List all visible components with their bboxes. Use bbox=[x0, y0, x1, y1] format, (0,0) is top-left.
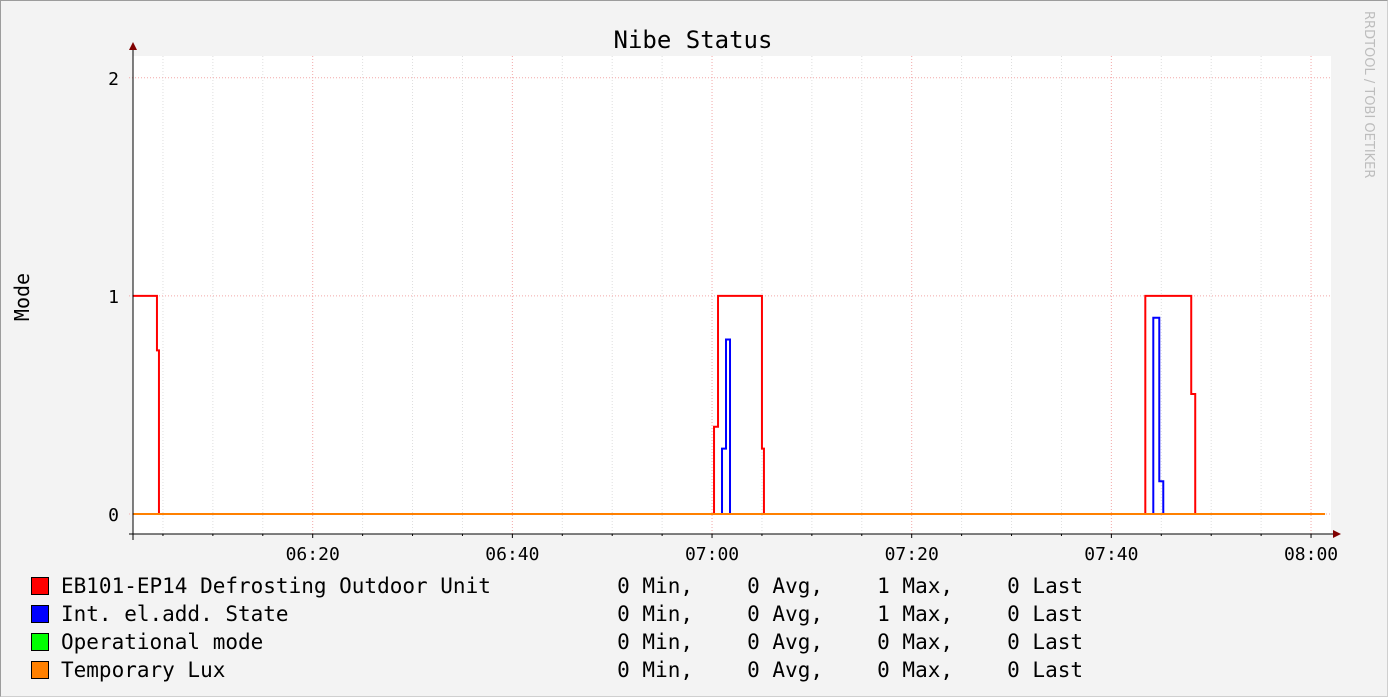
legend-max-value: 0 Max, bbox=[877, 630, 953, 654]
x-tick-label-2: 07:00 bbox=[685, 544, 739, 565]
legend-max-value: 1 Max, bbox=[877, 602, 953, 626]
legend-max-value: 0 Max, bbox=[877, 658, 953, 682]
legend-series-name: Int. el.add. State bbox=[61, 602, 289, 626]
legend-series-name: Temporary Lux bbox=[61, 658, 226, 682]
y-tick-label-0: 0 bbox=[108, 505, 119, 526]
legend-swatch bbox=[31, 577, 49, 595]
legend-last-value: 0 Last bbox=[1007, 574, 1083, 598]
legend-last-value: 0 Last bbox=[1007, 630, 1083, 654]
legend-avg-value: 0 Avg, bbox=[747, 658, 823, 682]
legend-swatch bbox=[31, 633, 49, 651]
legend-avg-value: 0 Avg, bbox=[747, 574, 823, 598]
rrdtool-watermark: RRDTOOL / TOBI OETIKER bbox=[1361, 11, 1376, 178]
legend-max-value: 1 Max, bbox=[877, 574, 953, 598]
legend-min-value: 0 Min, bbox=[617, 630, 693, 654]
legend-swatch bbox=[31, 605, 49, 623]
legend-swatch bbox=[31, 661, 49, 679]
x-axis-arrow bbox=[1333, 530, 1341, 538]
y-tick-label-1: 1 bbox=[108, 287, 119, 308]
legend-min-value: 0 Min, bbox=[617, 658, 693, 682]
y-axis-label: Mode bbox=[10, 273, 34, 321]
y-tick-label-2: 2 bbox=[108, 69, 119, 90]
x-tick-label-4: 07:40 bbox=[1084, 544, 1138, 565]
x-tick-label-5: 08:00 bbox=[1284, 544, 1338, 565]
legend-avg-value: 0 Avg, bbox=[747, 630, 823, 654]
chart-frame: Nibe Status Mode RRDTOOL / TOBI OETIKER … bbox=[0, 0, 1388, 697]
legend-last-value: 0 Last bbox=[1007, 602, 1083, 626]
x-tick-label-3: 07:20 bbox=[885, 544, 939, 565]
x-tick-label-0: 06:20 bbox=[286, 544, 340, 565]
x-tick-label-1: 06:40 bbox=[485, 544, 539, 565]
legend-series-name: Operational mode bbox=[61, 630, 264, 654]
legend-min-value: 0 Min, bbox=[617, 574, 693, 598]
legend-min-value: 0 Min, bbox=[617, 602, 693, 626]
legend-avg-value: 0 Avg, bbox=[747, 602, 823, 626]
y-axis-arrow bbox=[129, 42, 137, 50]
legend-last-value: 0 Last bbox=[1007, 658, 1083, 682]
legend-series-name: EB101-EP14 Defrosting Outdoor Unit bbox=[61, 574, 491, 598]
chart-title: Nibe Status bbox=[614, 26, 773, 54]
